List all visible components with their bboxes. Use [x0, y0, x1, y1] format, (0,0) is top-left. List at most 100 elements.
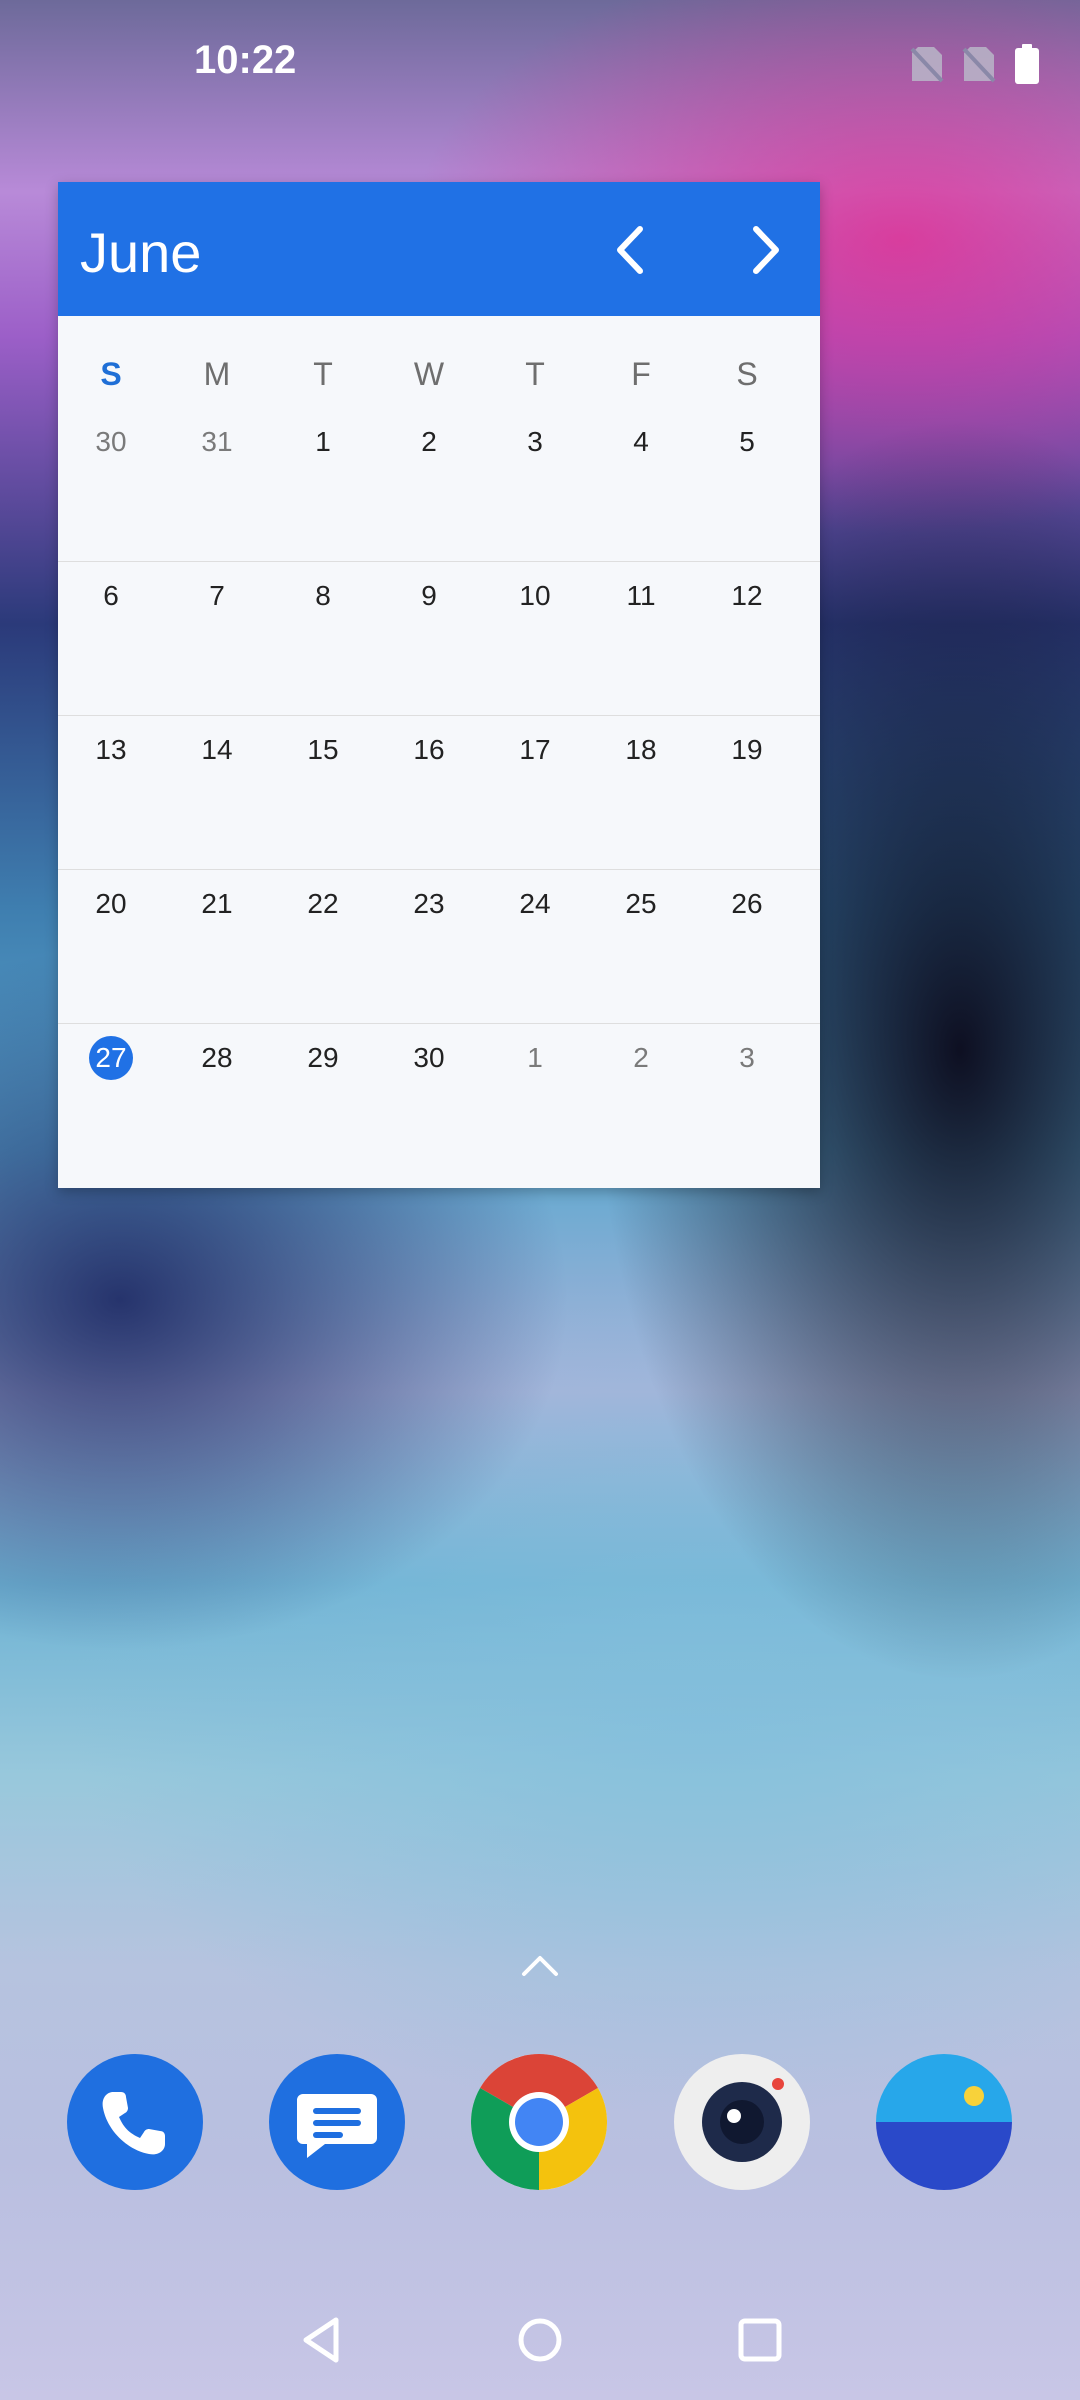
weekday-label: T [525, 356, 545, 392]
day-cell[interactable]: 12 [694, 574, 800, 618]
day-number: 12 [731, 580, 763, 611]
day-number: 16 [413, 734, 445, 765]
photos-app-button[interactable] [876, 2054, 1012, 2190]
camera-icon [702, 2078, 784, 2162]
day-cell[interactable]: 4 [588, 420, 694, 464]
day-number: 1 [527, 1042, 543, 1073]
day-number: 7 [209, 580, 225, 611]
day-cell[interactable]: 23 [376, 882, 482, 926]
home-icon[interactable] [510, 2310, 570, 2370]
day-cell[interactable]: 20 [58, 882, 164, 926]
no-sim-icon [910, 47, 944, 83]
chrome-app-button[interactable] [470, 2054, 608, 2190]
weekday-label: S [100, 356, 122, 392]
day-number: 27 [95, 1042, 127, 1073]
phone-app-button[interactable] [67, 2054, 203, 2190]
day-cell[interactable]: 3 [694, 1036, 800, 1080]
weekday-header-row: SMTWTFS [58, 356, 800, 400]
phone-icon [102, 2092, 165, 2155]
day-cell[interactable]: 14 [164, 728, 270, 772]
messages-app-button[interactable] [269, 2054, 405, 2190]
back-icon[interactable] [292, 2310, 352, 2370]
status-icons [910, 44, 1040, 84]
chevron-left-icon [617, 226, 643, 274]
day-number: 21 [201, 888, 233, 919]
day-cell[interactable]: 3 [482, 420, 588, 464]
weekday-label: T [313, 356, 333, 392]
day-number: 10 [519, 580, 551, 611]
day-cell[interactable]: 24 [482, 882, 588, 926]
day-number: 1 [315, 426, 331, 457]
day-cell[interactable]: 16 [376, 728, 482, 772]
day-number: 9 [421, 580, 437, 611]
day-cell[interactable]: 25 [588, 882, 694, 926]
chrome-icon [470, 2054, 608, 2190]
day-cell-today[interactable]: 27 [58, 1036, 164, 1080]
previous-month-button[interactable] [590, 210, 670, 290]
day-number: 3 [527, 426, 543, 457]
day-cell[interactable]: 11 [588, 574, 694, 618]
day-number: 4 [633, 426, 649, 457]
weekday-label: F [631, 356, 651, 392]
day-cell[interactable]: 29 [270, 1036, 376, 1080]
no-sim-icon [962, 47, 996, 83]
day-number: 2 [633, 1042, 649, 1073]
status-bar: 10:22 [0, 0, 1080, 120]
system-nav-bar [0, 2290, 1080, 2380]
day-cell[interactable]: 1 [482, 1036, 588, 1080]
day-cell[interactable]: 6 [58, 574, 164, 618]
day-number: 22 [307, 888, 339, 919]
day-cell[interactable]: 30 [58, 420, 164, 464]
day-number: 18 [625, 734, 657, 765]
day-number: 2 [421, 426, 437, 457]
weekday-label: W [413, 356, 445, 392]
chevron-right-icon [753, 226, 779, 274]
week-row: 30 31 1 2 3 4 5 [58, 408, 820, 562]
day-cell[interactable]: 22 [270, 882, 376, 926]
recents-icon[interactable] [730, 2310, 790, 2370]
day-cell[interactable]: 28 [164, 1036, 270, 1080]
day-cell[interactable]: 15 [270, 728, 376, 772]
day-cell[interactable]: 21 [164, 882, 270, 926]
day-cell[interactable]: 5 [694, 420, 800, 464]
status-clock: 10:22 [194, 38, 297, 82]
chevron-up-icon[interactable] [518, 1950, 562, 1980]
weekday-label: S [736, 356, 758, 392]
day-number: 3 [739, 1042, 755, 1073]
day-cell[interactable]: 8 [270, 574, 376, 618]
day-cell[interactable]: 30 [376, 1036, 482, 1080]
calendar-header: June [58, 182, 820, 316]
day-cell[interactable]: 13 [58, 728, 164, 772]
month-title[interactable]: June [80, 220, 201, 285]
weekday-label: M [203, 356, 231, 392]
camera-app-button[interactable] [674, 2054, 810, 2190]
day-cell[interactable]: 26 [694, 882, 800, 926]
calendar-widget[interactable]: June SMTWTFS 30 31 1 2 3 4 5 6 7 8 9 10 11 12 13 14 15 16… [58, 182, 820, 1188]
battery-full-icon [1015, 44, 1039, 84]
day-number: 25 [625, 888, 657, 919]
day-number: 13 [95, 734, 127, 765]
day-number: 6 [103, 580, 119, 611]
day-number: 5 [739, 426, 755, 457]
day-cell[interactable]: 19 [694, 728, 800, 772]
app-dock [0, 2054, 1080, 2190]
day-number: 30 [413, 1042, 445, 1073]
day-cell[interactable]: 10 [482, 574, 588, 618]
next-month-button[interactable] [726, 210, 806, 290]
photos-icon [964, 2086, 984, 2106]
day-cell[interactable]: 17 [482, 728, 588, 772]
day-cell[interactable]: 2 [376, 420, 482, 464]
day-cell[interactable]: 9 [376, 574, 482, 618]
day-cell[interactable]: 2 [588, 1036, 694, 1080]
day-number: 14 [201, 734, 233, 765]
day-number: 20 [95, 888, 127, 919]
week-row: 20 21 22 23 24 25 26 [58, 869, 820, 1024]
day-cell[interactable]: 7 [164, 574, 270, 618]
day-cell[interactable]: 31 [164, 420, 270, 464]
day-cell[interactable]: 1 [270, 420, 376, 464]
day-number: 26 [731, 888, 763, 919]
day-number: 17 [519, 734, 551, 765]
messages-icon [297, 2094, 377, 2158]
day-cell[interactable]: 18 [588, 728, 694, 772]
day-number: 24 [519, 888, 551, 919]
